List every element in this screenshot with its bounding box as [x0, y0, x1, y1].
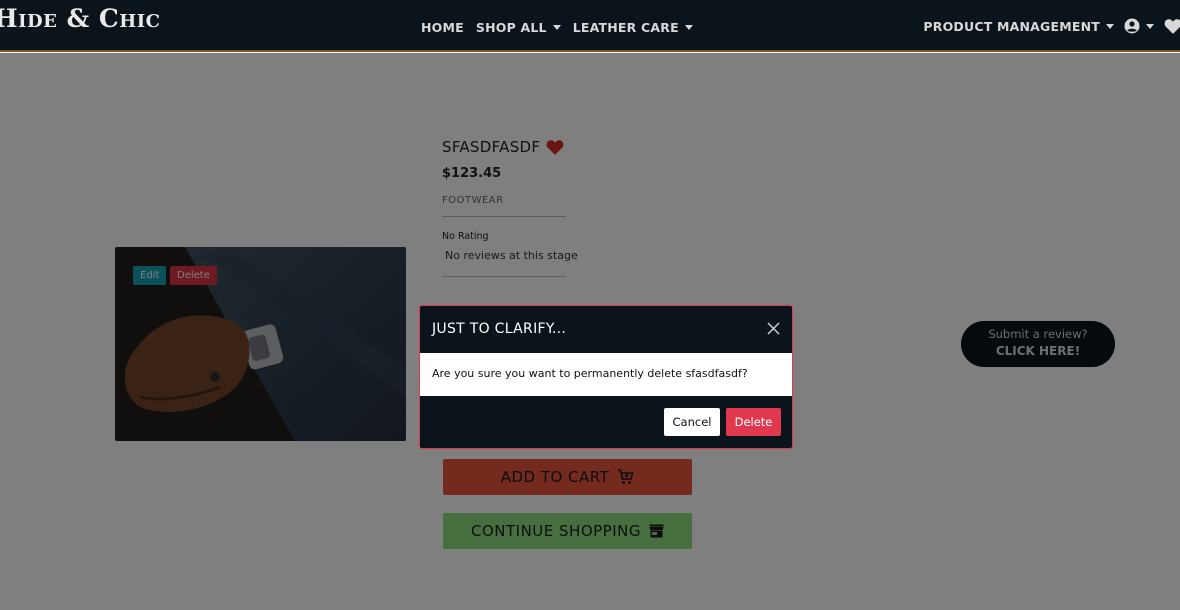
nav-home-label: HOME	[421, 20, 464, 35]
modal-title: JUST TO CLARIFY...	[432, 321, 567, 337]
confirm-delete-modal: JUST TO CLARIFY... Are you sure you want…	[419, 305, 793, 449]
nav-right: PRODUCT MANAGEMENT	[923, 18, 1180, 34]
modal-body: Are you sure you want to permanently del…	[420, 353, 792, 396]
chevron-down-icon	[1146, 23, 1154, 29]
account-menu[interactable]	[1124, 18, 1154, 34]
navbar: Hide & Chic HOME SHOP ALL LEATHER CARE P…	[0, 0, 1180, 52]
nav-shop-all[interactable]: SHOP ALL	[476, 20, 561, 35]
cancel-button[interactable]: Cancel	[664, 408, 720, 436]
confirm-delete-button[interactable]: Delete	[726, 408, 781, 436]
nav-product-management[interactable]: PRODUCT MANAGEMENT	[923, 19, 1114, 34]
user-circle-icon	[1124, 18, 1140, 34]
chevron-down-icon	[1106, 23, 1114, 29]
modal-header: JUST TO CLARIFY...	[420, 306, 792, 353]
nav-leather-care-label: LEATHER CARE	[572, 20, 679, 35]
brand-logo[interactable]: Hide & Chic	[0, 4, 161, 33]
nav-product-management-label: PRODUCT MANAGEMENT	[923, 18, 1100, 34]
nav-center: HOME SHOP ALL LEATHER CARE	[421, 20, 693, 35]
nav-leather-care[interactable]: LEATHER CARE	[573, 20, 693, 35]
modal-footer: Cancel Delete	[420, 396, 792, 448]
chevron-down-icon	[684, 25, 693, 30]
heart-icon[interactable]	[1164, 18, 1180, 34]
nav-home[interactable]: HOME	[421, 20, 464, 35]
modal-message: Are you sure you want to permanently del…	[432, 367, 748, 380]
nav-shop-all-label: SHOP ALL	[475, 20, 547, 35]
chevron-down-icon	[552, 25, 561, 30]
close-icon[interactable]	[767, 322, 780, 335]
